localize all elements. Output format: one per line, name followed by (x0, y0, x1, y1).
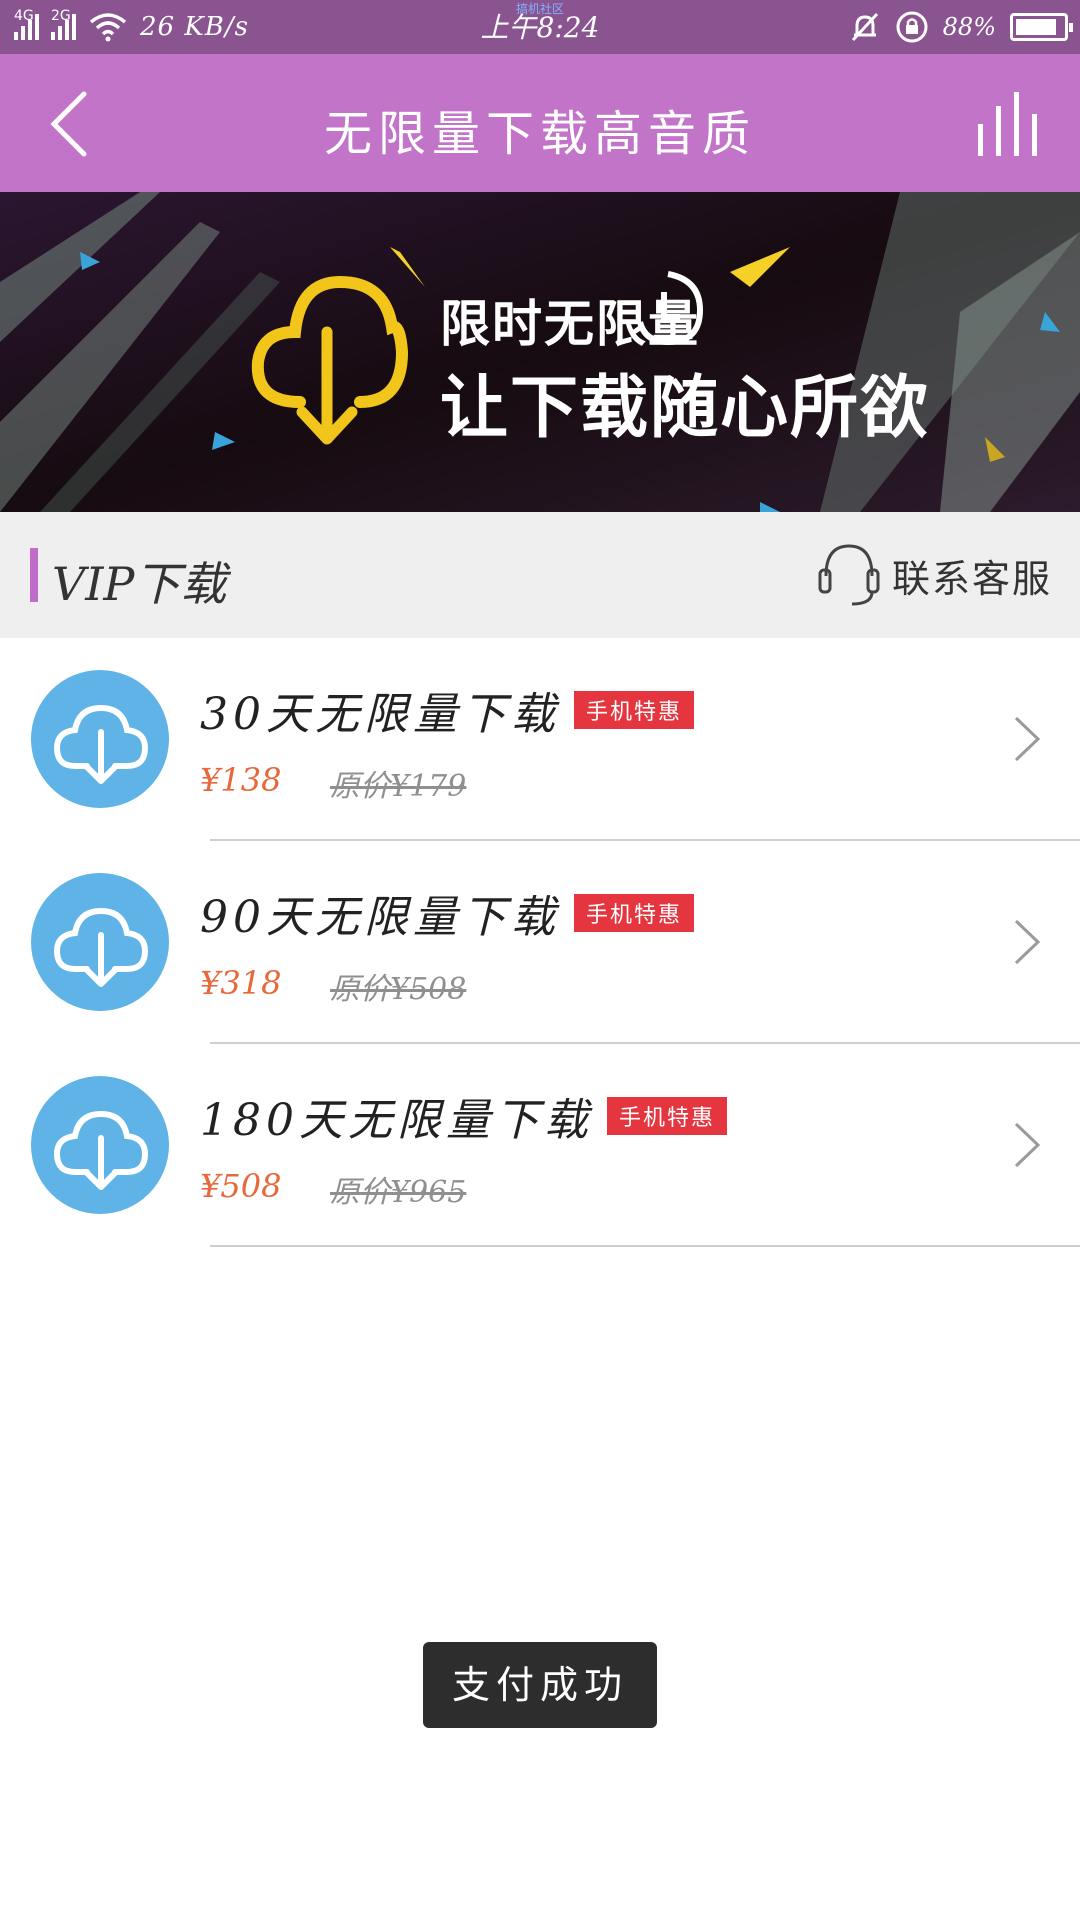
section-header: VIP下载 联系客服 (0, 512, 1080, 638)
package-title-row: 90天无限量下载 手机特惠 (200, 881, 695, 945)
mute-bell-icon (851, 12, 878, 42)
status-right: 88% (849, 8, 1073, 46)
app-header: 无限量下载高音质 (0, 54, 1080, 192)
package-title-row: 180天无限量下载 手机特惠 (200, 1084, 727, 1148)
promo-badge: 手机特惠 (574, 894, 695, 932)
promo-banner[interactable]: 限时无限量 让下载随心所欲 (0, 192, 1080, 512)
package-item-180[interactable]: 180天无限量下载 手机特惠 ¥508 原价¥965 (0, 1044, 1080, 1247)
status-bar: 搞机社区 4G 2G 26 KB/s 上午8:24 88% (0, 0, 1080, 54)
package-title-row: 30天无限量下载 手机特惠 (200, 678, 695, 742)
package-original-price: 原价¥508 (330, 972, 467, 1007)
package-title: 90天无限量下载 (200, 892, 560, 943)
promo-badge: 手机特惠 (606, 1097, 727, 1135)
rotation-lock-icon (896, 11, 928, 43)
battery-icon (1010, 13, 1073, 41)
battery-percent: 88% (942, 13, 996, 41)
cloud-download-icon (31, 873, 169, 1011)
cloud-download-icon (31, 1076, 169, 1214)
contact-service-button[interactable]: 联系客服 (816, 538, 1052, 612)
package-price: ¥508 (200, 1167, 282, 1205)
toast-message: 支付成功 (423, 1642, 657, 1728)
page-title: 无限量下载高音质 (323, 106, 756, 162)
cloud-download-icon (31, 670, 169, 808)
package-title: 180天无限量下载 (200, 1095, 593, 1146)
package-original-price: 原价¥965 (330, 1175, 467, 1210)
contact-service-label: 联系客服 (891, 556, 1052, 601)
section-title: VIP下载 (52, 557, 227, 611)
package-price: ¥318 (200, 964, 282, 1002)
headset-icon (818, 544, 880, 606)
package-title: 30天无限量下载 (200, 689, 560, 740)
row-divider (210, 1245, 1080, 1247)
section-marker (30, 548, 38, 602)
package-item-90[interactable]: 90天无限量下载 手机特惠 ¥318 原价¥508 (0, 841, 1080, 1044)
chevron-right-icon (1014, 716, 1041, 762)
equalizer-icon[interactable] (974, 88, 1044, 160)
package-original-price: 原价¥179 (330, 769, 467, 804)
promo-badge: 手机特惠 (574, 691, 695, 729)
package-list: 30天无限量下载 手机特惠 ¥138 原价¥179 90天无限量下载 手机特惠 … (0, 638, 1080, 1247)
chevron-right-icon (1014, 1122, 1041, 1168)
banner-subheadline: 让下载随心所欲 (440, 369, 931, 448)
banner-headline: 限时无限量 (440, 295, 700, 353)
package-item-30[interactable]: 30天无限量下载 手机特惠 ¥138 原价¥179 (0, 638, 1080, 841)
package-price: ¥138 (200, 761, 282, 799)
chevron-right-icon (1014, 919, 1041, 965)
